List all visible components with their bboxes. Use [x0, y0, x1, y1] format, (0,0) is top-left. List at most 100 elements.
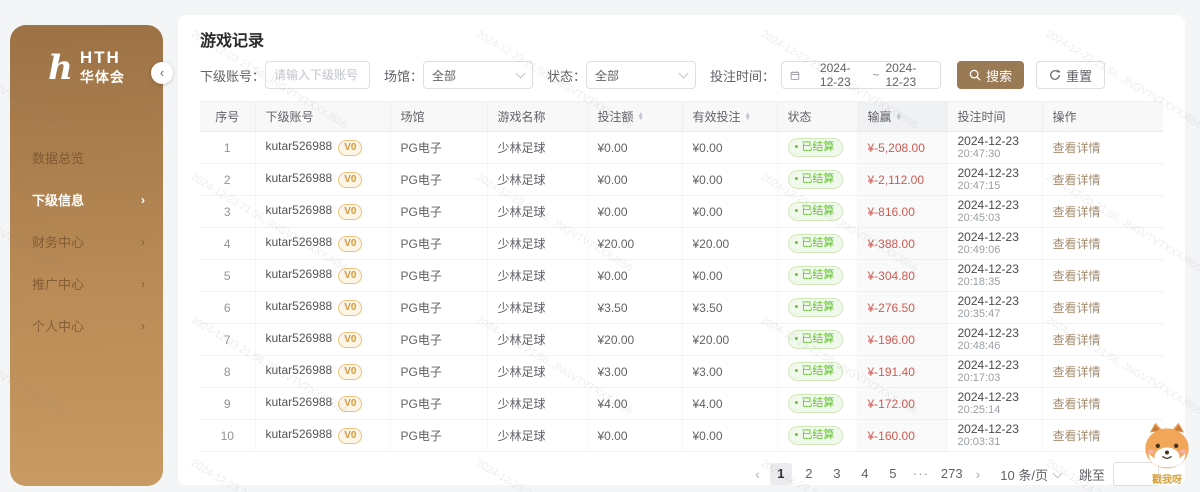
cell-bet-amount: ¥3.00 — [587, 356, 682, 388]
view-detail-link[interactable]: 查看详情 — [1053, 429, 1101, 443]
cell-bet-amount: ¥20.00 — [587, 228, 682, 260]
status-badge: 已结算 — [788, 362, 844, 381]
sidebar-item-数据总览[interactable]: 数据总览 — [10, 137, 163, 179]
page-number-3[interactable]: 3 — [826, 463, 848, 485]
account-name: kutar526988 — [266, 299, 333, 313]
account-name: kutar526988 — [266, 331, 333, 345]
cell-game: 少林足球 — [487, 292, 587, 324]
bet-date: 2024-12-23 — [958, 422, 1032, 436]
view-detail-link[interactable]: 查看详情 — [1053, 333, 1101, 347]
next-page-button[interactable]: › — [972, 466, 985, 482]
winloss-value: ¥-191.40 — [868, 365, 915, 379]
cell-valid-bet: ¥0.00 — [682, 196, 777, 228]
sidebar-item-财务中心[interactable]: 财务中心› — [10, 221, 163, 263]
bet-clock: 20:35:47 — [958, 308, 1032, 321]
view-detail-link[interactable]: 查看详情 — [1053, 237, 1101, 251]
table-row: 3kutar526988V0PG电子少林足球¥0.00¥0.00已结算¥-816… — [200, 196, 1163, 228]
cell-bet-time: 2024-12-2320:48:46 — [947, 324, 1042, 356]
prev-page-button[interactable]: ‹ — [751, 466, 764, 482]
sort-icon[interactable]: ▲▼ — [638, 113, 644, 120]
bet-clock: 20:45:03 — [958, 212, 1032, 225]
column-header-输赢[interactable]: 输赢 ▲▼ — [857, 102, 947, 132]
account-name: kutar526988 — [266, 395, 333, 409]
column-header-序号: 序号 — [200, 102, 255, 132]
chevron-right-icon: › — [141, 193, 145, 207]
view-detail-link[interactable]: 查看详情 — [1053, 173, 1101, 187]
cell-valid-bet: ¥20.00 — [682, 324, 777, 356]
reset-button-label: 重置 — [1066, 66, 1092, 85]
cell-valid-bet: ¥4.00 — [682, 388, 777, 420]
account-input[interactable] — [265, 61, 370, 89]
bet-date: 2024-12-23 — [958, 262, 1032, 276]
status-badge: 已结算 — [788, 426, 844, 445]
sidebar-item-label: 推广中心 — [32, 274, 84, 293]
cell-venue: PG电子 — [390, 388, 487, 420]
cell-index: 8 — [200, 356, 255, 388]
cell-status: 已结算 — [777, 324, 857, 356]
view-detail-link[interactable]: 查看详情 — [1053, 141, 1101, 155]
cell-winloss: ¥-304.80 — [857, 260, 947, 292]
page-ellipsis[interactable]: ··· — [910, 463, 932, 485]
sidebar-item-label: 个人中心 — [32, 316, 84, 335]
bet-date: 2024-12-23 — [958, 294, 1032, 308]
venue-select[interactable]: 全部 — [423, 61, 533, 89]
date-start-value[interactable]: 2024-12-23 — [820, 61, 867, 89]
view-detail-link[interactable]: 查看详情 — [1053, 397, 1101, 411]
bet-date: 2024-12-23 — [958, 166, 1032, 180]
column-header-label: 输赢 — [868, 108, 892, 125]
date-end-value[interactable]: 2024-12-23 — [886, 61, 933, 89]
account-name: kutar526988 — [266, 363, 333, 377]
sidebar-item-下级信息[interactable]: 下级信息› — [10, 179, 163, 221]
view-detail-link[interactable]: 查看详情 — [1053, 205, 1101, 219]
cell-action: 查看详情 — [1042, 132, 1163, 164]
cell-game: 少林足球 — [487, 132, 587, 164]
sidebar-menu: 数据总览下级信息›财务中心›推广中心›个人中心› — [10, 137, 163, 347]
status-select[interactable]: 全部 — [586, 61, 696, 89]
cell-bet-amount: ¥0.00 — [587, 196, 682, 228]
view-detail-link[interactable]: 查看详情 — [1053, 365, 1101, 379]
status-badge: 已结算 — [788, 298, 844, 317]
account-name: kutar526988 — [266, 235, 333, 249]
level-badge: V0 — [338, 236, 362, 252]
winloss-value: ¥-388.00 — [868, 237, 915, 251]
cell-index: 3 — [200, 196, 255, 228]
column-header-label: 游戏名称 — [498, 108, 546, 125]
sidebar-collapse-button[interactable]: ‹ — [151, 62, 173, 84]
chevron-right-icon: › — [141, 277, 145, 291]
page-size-select[interactable]: 10 条/页 — [1000, 465, 1061, 484]
cell-valid-bet: ¥20.00 — [682, 228, 777, 260]
sidebar-item-个人中心[interactable]: 个人中心› — [10, 305, 163, 347]
status-badge: 已结算 — [788, 138, 844, 157]
page-number-2[interactable]: 2 — [798, 463, 820, 485]
column-header-投注额[interactable]: 投注额▲▼ — [587, 102, 682, 132]
sort-icon[interactable]: ▲▼ — [896, 113, 902, 120]
account-name: kutar526988 — [266, 267, 333, 281]
date-range-picker[interactable]: 2024-12-23 ~ 2024-12-23 — [781, 61, 941, 89]
bet-date: 2024-12-23 — [958, 358, 1032, 372]
page-number-4[interactable]: 4 — [854, 463, 876, 485]
view-detail-link[interactable]: 查看详情 — [1053, 301, 1101, 315]
chevron-down-icon — [516, 68, 526, 78]
chevron-down-icon — [679, 68, 689, 78]
cell-bet-time: 2024-12-2320:49:06 — [947, 228, 1042, 260]
sort-icon[interactable]: ▲▼ — [745, 113, 751, 120]
page-number-5[interactable]: 5 — [882, 463, 904, 485]
page-number-273[interactable]: 273 — [938, 463, 966, 485]
winloss-value: ¥-5,208.00 — [868, 141, 925, 155]
status-badge: 已结算 — [788, 330, 844, 349]
column-header-label: 场馆 — [401, 108, 425, 125]
cell-action: 查看详情 — [1042, 228, 1163, 260]
cell-valid-bet: ¥0.00 — [682, 260, 777, 292]
reset-button[interactable]: 重置 — [1036, 61, 1105, 89]
bet-clock: 20:17:03 — [958, 372, 1032, 385]
search-button[interactable]: 搜索 — [957, 61, 1024, 89]
page-number-1[interactable]: 1 — [770, 463, 792, 485]
service-mascot[interactable]: 戳我呀 — [1140, 420, 1194, 486]
cell-winloss: ¥-160.00 — [857, 420, 947, 452]
sidebar-item-推广中心[interactable]: 推广中心 › — [10, 263, 163, 305]
column-header-有效投注[interactable]: 有效投注▲▼ — [682, 102, 777, 132]
account-label: 下级账号： — [200, 66, 265, 85]
table-row: 9kutar526988V0PG电子少林足球¥4.00¥4.00已结算¥-172… — [200, 388, 1163, 420]
cell-valid-bet: ¥0.00 — [682, 164, 777, 196]
view-detail-link[interactable]: 查看详情 — [1053, 269, 1101, 283]
